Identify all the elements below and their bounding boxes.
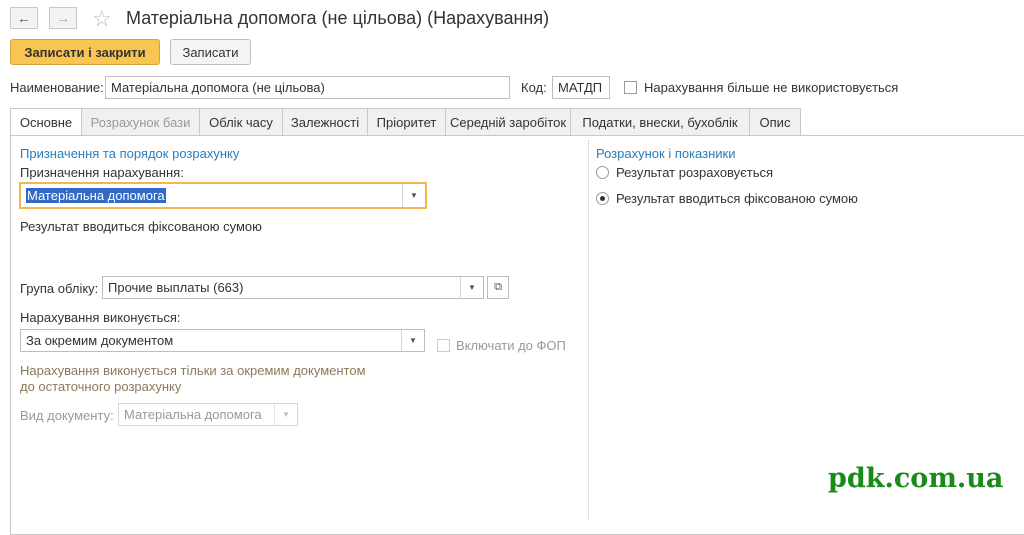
doc-type-label: Вид документу: [20,408,114,423]
include-fop-checkbox[interactable] [437,339,450,352]
tab-priority[interactable]: Пріоритет [367,108,446,135]
dropdown-button[interactable]: ▼ [402,184,425,207]
result-note: Результат вводиться фіксованою сумою [20,219,262,234]
arrow-right-icon: → [56,10,70,26]
open-window-icon: ⧉ [494,281,502,293]
favorite-star-icon[interactable]: ☆ [92,6,112,32]
tab-taxes[interactable]: Податки, внески, бухоблік [570,108,750,135]
back-button[interactable]: ← [10,7,38,29]
section-title-purpose: Призначення та порядок розрахунку [20,146,240,161]
chevron-down-icon: ▼ [468,283,476,292]
group-label: Група обліку: [20,281,99,296]
doc-type-select[interactable]: Матеріальна допомога ▼ [118,403,298,426]
dropdown-button[interactable]: ▼ [460,277,483,298]
tab-dependencies[interactable]: Залежності [282,108,368,135]
unused-checkbox[interactable] [624,81,637,94]
group-select[interactable]: Прочие выплаты (663) ▼ [102,276,484,299]
dropdown-button[interactable]: ▼ [274,404,297,425]
tab-time-accounting[interactable]: Облік часу [199,108,283,135]
group-value: Прочие выплаты (663) [108,280,244,295]
watermark: pdk.com.ua [828,463,1004,494]
code-label: Код: [521,80,547,95]
radio-calculated-label: Результат розраховується [616,165,774,180]
executed-value: За окремим документом [26,333,174,348]
tab-main[interactable]: Основне [10,108,82,136]
radio-calculated[interactable] [596,166,609,179]
doc-type-value: Матеріальна допомога [124,407,262,422]
exec-hint-line1: Нарахування виконується тільки за окреми… [20,363,366,378]
name-input[interactable]: Матеріальна допомога (не цільова) [105,76,510,99]
column-divider [588,140,589,520]
chevron-down-icon: ▼ [282,410,290,419]
purpose-label: Призначення нарахування: [20,165,184,180]
radio-fixed[interactable] [596,192,609,205]
arrow-left-icon: ← [17,10,31,26]
chevron-down-icon: ▼ [410,191,418,200]
save-and-close-button[interactable]: Записати і закрити [10,39,160,65]
executed-label: Нарахування виконується: [20,310,181,325]
radio-selected-dot [600,196,605,201]
tab-bar: Основне Розрахунок бази Облік часу Залеж… [10,108,801,136]
tab-description[interactable]: Опис [749,108,801,135]
dropdown-button[interactable]: ▼ [401,330,424,351]
purpose-select[interactable]: Матеріальна допомога ▼ [19,182,427,209]
code-input[interactable]: МАТДП [552,76,610,99]
exec-hint-line2: до остаточного розрахунку [20,379,182,394]
executed-select[interactable]: За окремим документом ▼ [20,329,425,352]
tab-average-earnings[interactable]: Середній заробіток [445,108,571,135]
open-group-button[interactable]: ⧉ [487,276,509,299]
save-button[interactable]: Записати [170,39,251,65]
forward-button[interactable]: → [49,7,77,29]
window-title: Матеріальна допомога (не цільова) (Нарах… [126,8,550,28]
unused-label: Нарахування більше не використовується [644,80,899,95]
chevron-down-icon: ▼ [409,336,417,345]
tab-base-calculation[interactable]: Розрахунок бази [81,108,200,135]
radio-fixed-label: Результат вводиться фіксованою сумою [616,191,858,206]
purpose-value: Матеріальна допомога [26,188,166,203]
include-fop-label: Включати до ФОП [456,338,566,353]
section-title-calculation: Розрахунок і показники [596,146,736,161]
name-label: Наименование: [10,80,104,95]
